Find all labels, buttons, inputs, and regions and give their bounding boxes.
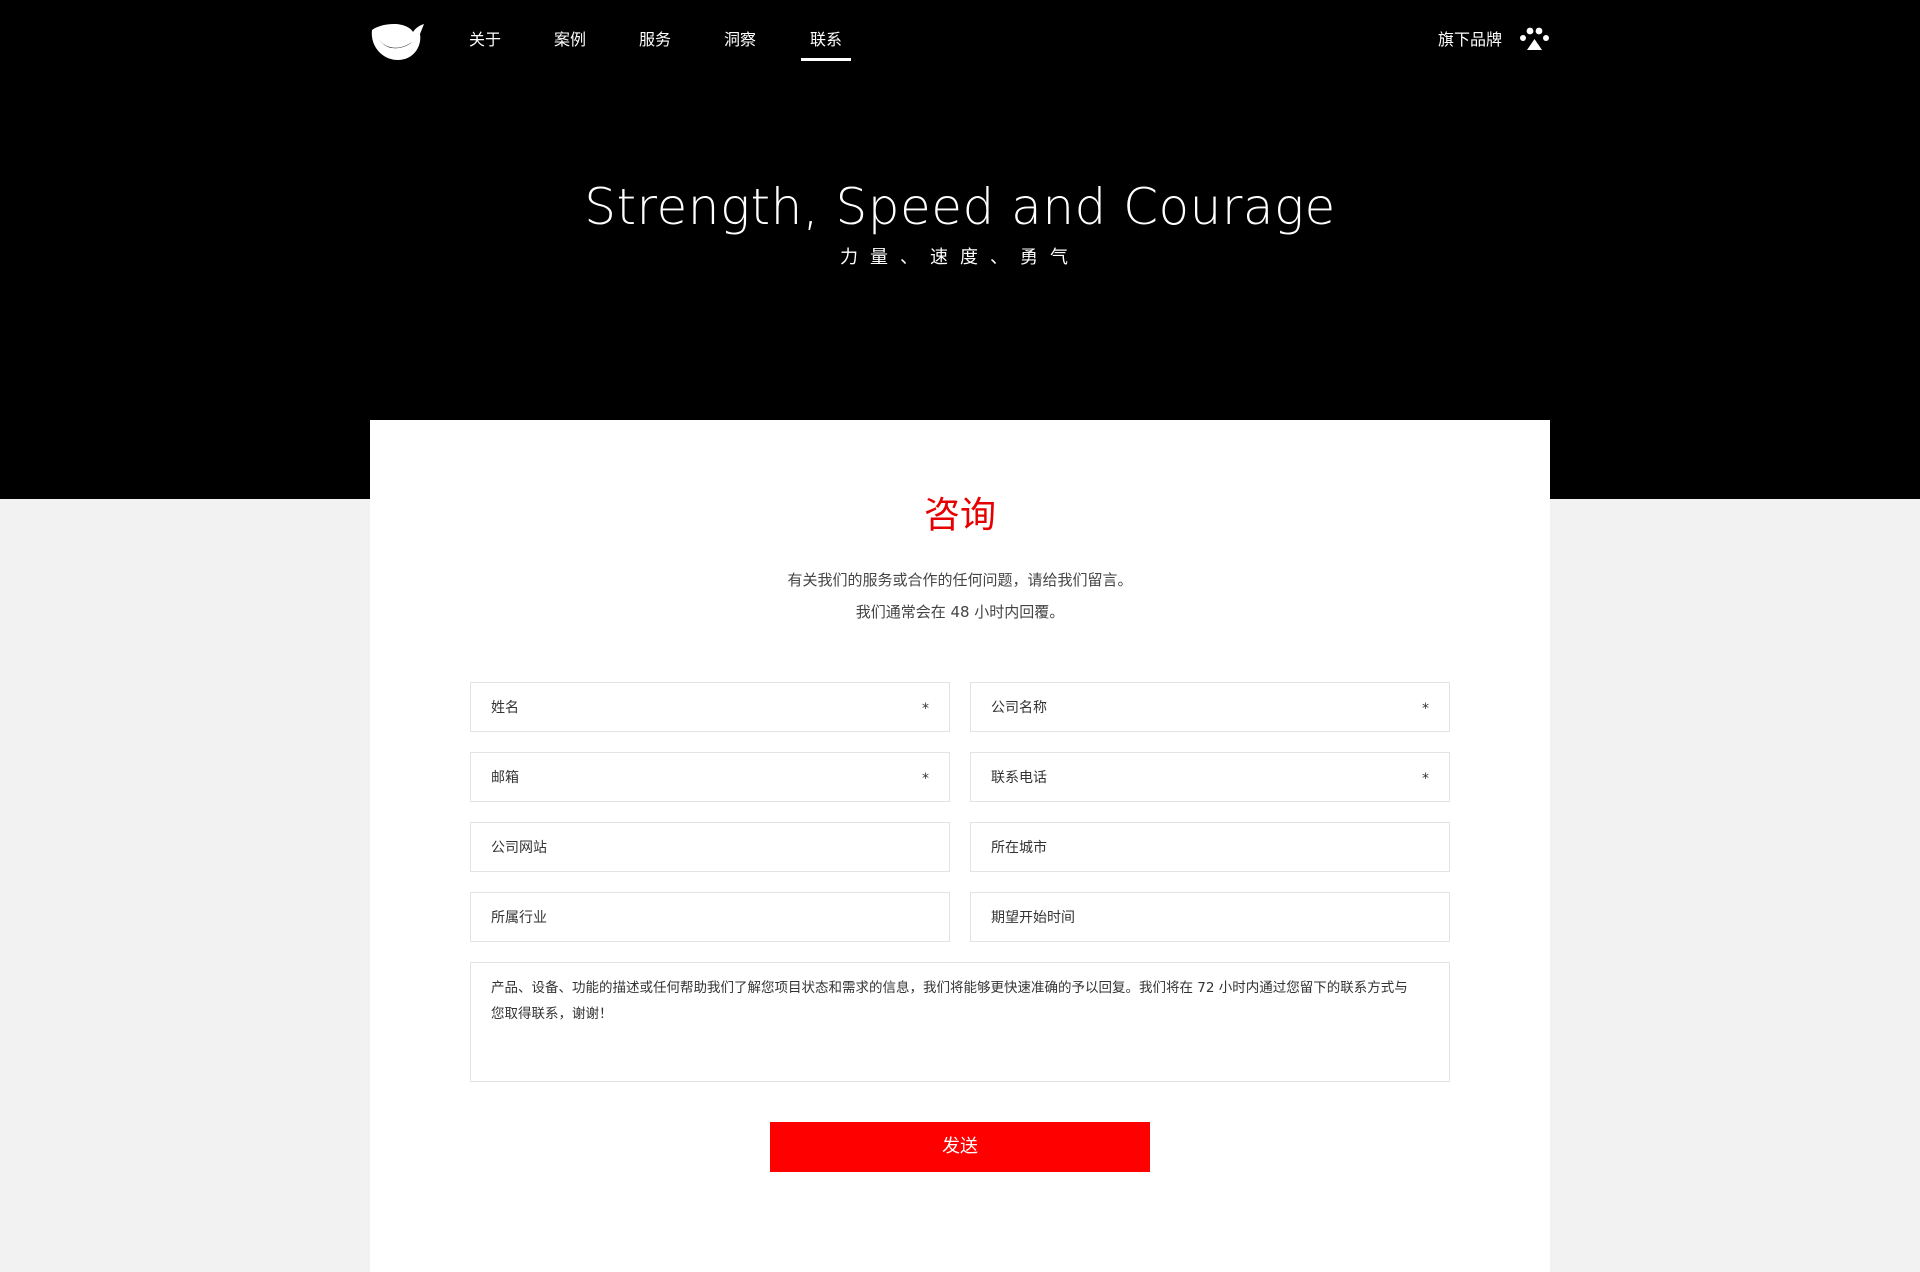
- hero-subtitle: 力量、速度、勇气: [840, 247, 1080, 268]
- contact-form-panel: 咨询 有关我们的服务或合作的任何问题，请给我们留言。 我们通常会在 48 小时内…: [370, 420, 1550, 1272]
- phone-field[interactable]: 联系电话 *: [970, 752, 1450, 802]
- city-field[interactable]: 所在城市: [970, 822, 1450, 872]
- required-mark: *: [1422, 701, 1429, 717]
- name-field-placeholder: 姓名: [491, 700, 519, 716]
- required-mark: *: [922, 701, 929, 717]
- nav-item-cases[interactable]: 案例: [554, 30, 586, 50]
- brand-logo[interactable]: [368, 16, 424, 64]
- required-mark: *: [1422, 771, 1429, 787]
- email-field-placeholder: 邮箱: [491, 770, 519, 786]
- nav-item-contact[interactable]: 联系: [810, 30, 842, 50]
- website-field[interactable]: 公司网站: [470, 822, 950, 872]
- phone-field-placeholder: 联系电话: [991, 770, 1047, 786]
- name-field[interactable]: 姓名 *: [470, 682, 950, 732]
- send-button[interactable]: 发送: [770, 1122, 1150, 1172]
- company-field[interactable]: 公司名称 *: [970, 682, 1450, 732]
- form-intro-line-2: 我们通常会在 48 小时内回覆。: [855, 603, 1065, 621]
- required-mark: *: [922, 771, 929, 787]
- start-time-field[interactable]: 期望开始时间: [970, 892, 1450, 942]
- message-textarea[interactable]: 产品、设备、功能的描述或任何帮助我们了解您项目状态和需求的信息，我们将能够更快速…: [470, 962, 1450, 1082]
- nav-active-indicator: [801, 58, 851, 61]
- website-field-placeholder: 公司网站: [491, 840, 547, 856]
- nav-item-services[interactable]: 服务: [639, 30, 671, 50]
- email-field[interactable]: 邮箱 *: [470, 752, 950, 802]
- industry-field-placeholder: 所属行业: [491, 910, 547, 926]
- hero-title: Strength, Speed and Courage: [584, 178, 1336, 236]
- company-field-placeholder: 公司名称: [991, 700, 1047, 716]
- paw-icon[interactable]: [1519, 26, 1550, 54]
- nav-item-about[interactable]: 关于: [469, 30, 501, 50]
- city-field-placeholder: 所在城市: [991, 840, 1047, 856]
- form-intro-line-1: 有关我们的服务或合作的任何问题，请给我们留言。: [787, 571, 1133, 589]
- start-time-field-placeholder: 期望开始时间: [991, 910, 1075, 926]
- industry-field[interactable]: 所属行业: [470, 892, 950, 942]
- message-placeholder: 产品、设备、功能的描述或任何帮助我们了解您项目状态和需求的信息，我们将能够更快速…: [491, 980, 1408, 1022]
- form-title: 咨询: [923, 495, 996, 536]
- brands-link[interactable]: 旗下品牌: [1438, 30, 1502, 50]
- nav-item-insights[interactable]: 洞察: [724, 30, 756, 50]
